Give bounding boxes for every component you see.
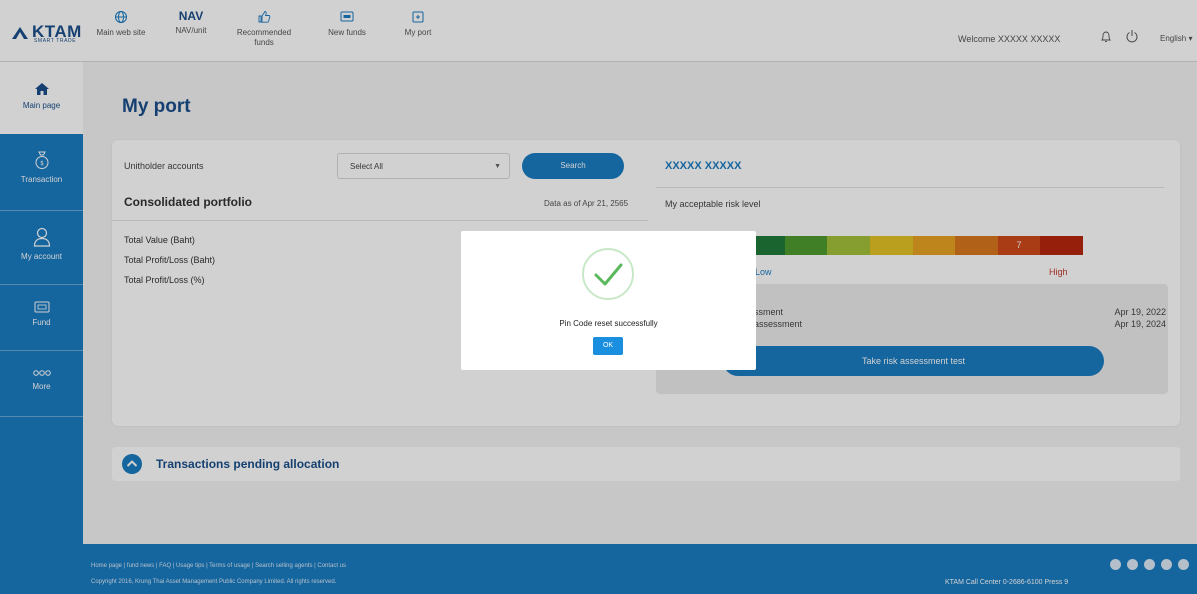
success-check-icon: [582, 248, 634, 300]
dialog-message: Pin Code reset successfully: [559, 319, 658, 328]
ok-button[interactable]: OK: [593, 337, 623, 355]
success-dialog: Pin Code reset successfully OK: [461, 231, 756, 370]
